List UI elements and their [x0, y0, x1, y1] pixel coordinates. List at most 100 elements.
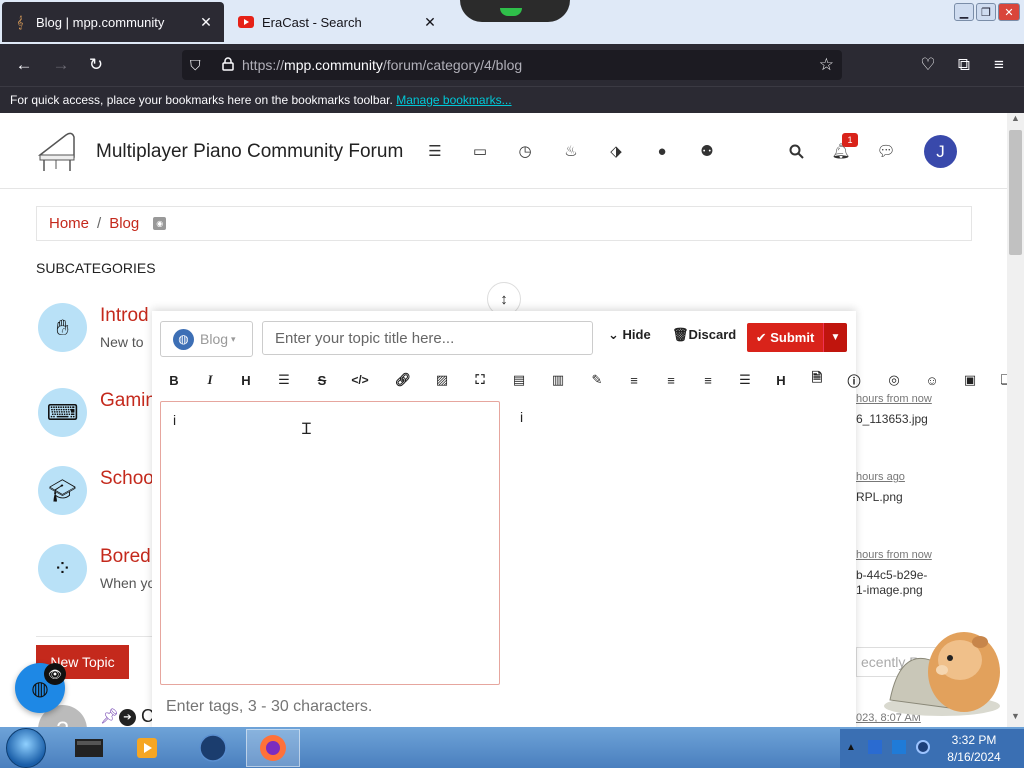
inbox-icon[interactable]: ▭ [470, 141, 490, 161]
tray-volume-icon[interactable] [916, 740, 930, 754]
rss-icon[interactable]: ◉ [153, 217, 167, 230]
align-left-icon[interactable]: ≡ [624, 368, 644, 392]
recent-post-time[interactable]: hours from now [856, 393, 932, 405]
subcategory-title[interactable]: Bored [100, 546, 151, 568]
tab-eracast[interactable]: EraCast - Search ✕ [228, 2, 448, 42]
user-icon[interactable]: ● [652, 141, 672, 161]
tags-icon[interactable]: ⬗ [606, 141, 626, 161]
menu-icon[interactable]: ≡ [988, 54, 1010, 76]
scroll-up-arrow-icon[interactable]: ▲ [1007, 113, 1024, 129]
start-button[interactable] [6, 728, 46, 768]
close-tab-icon[interactable]: ✕ [198, 14, 214, 31]
scroll-down-arrow-icon[interactable]: ▼ [1007, 711, 1024, 727]
text-cursor-icon: Ɪ [302, 421, 311, 438]
italic-icon[interactable]: I [200, 368, 220, 392]
site-title[interactable]: Multiplayer Piano Community Forum [96, 141, 403, 163]
tray-expand-icon[interactable]: ▲ [846, 742, 856, 753]
search-icon[interactable] [786, 141, 806, 161]
hide-button[interactable]: ⌄ Hide [608, 327, 651, 343]
list-icon[interactable]: ☰ [274, 368, 294, 392]
keyboard-icon[interactable]: ⌨︎ [38, 388, 87, 437]
topic-title-input[interactable] [262, 321, 593, 355]
scrollbar-thumb[interactable] [1009, 130, 1022, 255]
link-icon[interactable]: 🔗︎ [393, 368, 413, 392]
piano-logo-icon[interactable] [36, 127, 80, 175]
taskbar-app-firefox[interactable] [246, 729, 300, 767]
align-right-icon[interactable]: ≡ [698, 368, 718, 392]
breadcrumb-home[interactable]: Home [49, 215, 89, 232]
submit-button[interactable]: ✔ Submit [747, 323, 823, 352]
formatting-toolbar: B I H ☰ S </> 🔗︎ ▨ ⛶ ▤ ▥ ✎ ≡ ≡ ≡ ☰ H 🗎︎ … [164, 368, 1007, 392]
graduation-cap-icon[interactable]: 🎓︎ [38, 466, 87, 515]
bold-icon[interactable]: B [164, 368, 184, 392]
category-label: Blog [200, 331, 229, 347]
user-avatar[interactable]: J [924, 135, 957, 168]
tab-title: EraCast - Search [262, 14, 362, 30]
extensions-icon[interactable]: ⧉ [953, 54, 975, 76]
submit-options-button[interactable]: ▼ [823, 323, 847, 352]
align-center-icon[interactable]: ≡ [661, 368, 681, 392]
lock-icon[interactable] [212, 56, 242, 74]
chart-icon[interactable]: ▥ [548, 368, 568, 392]
heading-icon[interactable]: H [236, 368, 256, 392]
groups-icon[interactable]: ⚉ [697, 141, 717, 161]
bookmark-star-icon[interactable]: ☆ [819, 55, 834, 75]
bookmarks-bar: For quick access, place your bookmarks h… [0, 86, 1024, 113]
tab-blog[interactable]: 𝄞 Blog | mpp.community ✕ [2, 2, 224, 42]
post-editor[interactable] [160, 401, 500, 685]
tray-app-icon[interactable] [868, 740, 882, 754]
minimize-button[interactable]: ▁ [954, 3, 974, 21]
clock-time[interactable]: 3:32 PM [948, 733, 1000, 747]
fire-icon[interactable]: ♨ [561, 141, 581, 161]
back-icon[interactable]: ← [13, 54, 35, 76]
copy-icon[interactable]: ❏ [996, 368, 1007, 392]
close-window-button[interactable]: ✕ [998, 3, 1020, 21]
smiley-icon[interactable]: ☺ [922, 368, 942, 392]
id-card-icon[interactable]: ▤ [509, 368, 529, 392]
categories-icon[interactable]: ☰ [425, 141, 445, 161]
recent-post-time[interactable]: hours ago [856, 471, 905, 483]
recent-post-time[interactable]: hours from now [856, 549, 932, 561]
recent-post-file: 6_113653.jpg [856, 412, 928, 426]
url-scheme: https:// [242, 57, 285, 73]
align-justify-icon[interactable]: ☰ [735, 368, 755, 392]
subcategory-title[interactable]: Schoo [100, 468, 154, 490]
attachment-icon[interactable]: ▣ [960, 368, 980, 392]
clock-date[interactable]: 8/16/2024 [944, 750, 1004, 764]
image-icon[interactable]: ▨ [432, 368, 452, 392]
maximize-button[interactable]: ❐ [976, 3, 996, 21]
browser-tab-bar: 𝄞 Blog | mpp.community ✕ EraCast - Searc… [0, 0, 1024, 44]
header-icon[interactable]: H [771, 368, 791, 392]
tray-network-icon[interactable] [892, 740, 906, 754]
manage-bookmarks-link[interactable]: Manage bookmarks... [396, 93, 511, 107]
code-icon[interactable]: </> [350, 368, 370, 392]
info-icon[interactable]: ⓘ [844, 368, 864, 392]
taskbar-app-globe[interactable] [186, 729, 240, 767]
arrow-right-icon: ➔ [119, 709, 136, 726]
taskbar-app-piano[interactable] [62, 729, 116, 767]
taskbar-app-media[interactable] [120, 729, 174, 767]
eyedropper-icon[interactable]: ✎ [587, 368, 607, 392]
bookmarks-hint: For quick access, place your bookmarks h… [10, 93, 393, 107]
clock-icon[interactable]: ◷ [515, 141, 535, 161]
eye-slash-icon[interactable]: ◎ [884, 368, 904, 392]
file-icon[interactable]: 🗎︎ [807, 368, 827, 392]
strikethrough-icon[interactable]: S [312, 368, 332, 392]
url-bar[interactable]: ⛉ https://mpp.community/forum/category/4… [182, 50, 842, 80]
subcategory-title[interactable]: Gamin [100, 390, 156, 412]
tags-input[interactable] [160, 693, 560, 721]
pocket-icon[interactable]: ♡ [917, 54, 939, 76]
shield-icon[interactable]: ⛉ [190, 57, 212, 74]
close-tab-icon[interactable]: ✕ [422, 14, 438, 31]
spinner-icon[interactable]: ⁘ [38, 544, 87, 593]
discard-button[interactable]: 🗑︎Discard [672, 327, 736, 343]
forward-icon[interactable]: → [50, 54, 72, 76]
hand-icon[interactable]: ✋︎ [38, 303, 87, 352]
fullscreen-icon[interactable]: ⛶ [470, 368, 490, 392]
chat-icon[interactable]: 💬︎ [876, 141, 896, 161]
breadcrumb-blog[interactable]: Blog [109, 215, 139, 232]
subcategory-title[interactable]: Introd [100, 305, 149, 327]
reload-icon[interactable]: ↻ [85, 54, 107, 76]
category-selector[interactable]: ◍ Blog ▾ [160, 321, 253, 357]
recent-post-file: 1-image.png [856, 583, 923, 597]
